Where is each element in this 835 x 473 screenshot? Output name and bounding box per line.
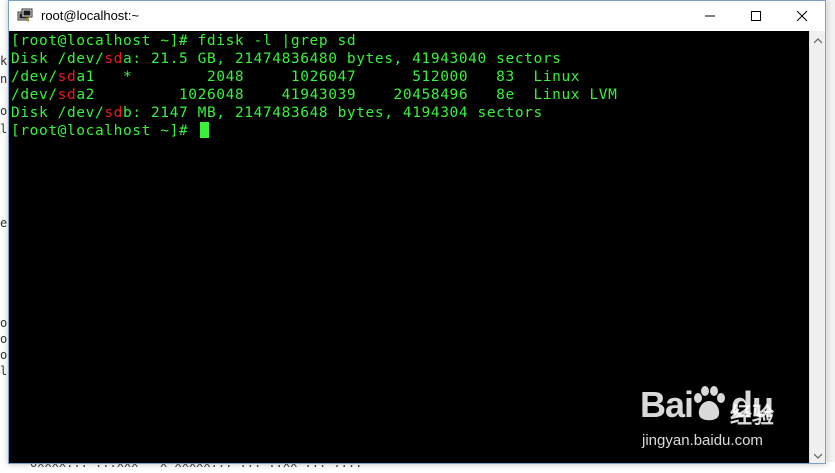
grep-match-highlight: sd <box>104 105 123 121</box>
scroll-down-button[interactable] <box>810 446 826 463</box>
terminal-cursor <box>199 122 209 138</box>
background-text-fragment: o <box>0 332 8 346</box>
terminal-line: Disk /dev/sdb: 2147 MB, 2147483648 bytes… <box>11 104 617 122</box>
terminal-text-segment: [root@localhost ~]# fdisk -l |grep sd <box>11 33 357 49</box>
close-icon <box>796 10 808 22</box>
background-text-fragment: n <box>0 72 8 86</box>
terminal-text-segment: a1 * 2048 1026047 512000 83 Linux <box>76 69 581 85</box>
vertical-scrollbar[interactable] <box>809 31 825 463</box>
title-bar[interactable]: root@localhost:~ <box>9 1 825 31</box>
close-button[interactable] <box>779 1 825 31</box>
grep-match-highlight: sd <box>57 87 77 103</box>
terminal-text-segment: a2 1026048 41943039 20458496 8e Linux LV… <box>76 87 618 103</box>
terminal-text-segment: Disk /dev/ <box>11 51 105 67</box>
window-title: root@localhost:~ <box>41 8 140 23</box>
background-text-fragment: e <box>0 216 8 230</box>
background-text-fragment: o <box>0 348 8 362</box>
background-text-fragment: o <box>0 104 8 118</box>
scroll-down-arrow-icon <box>813 446 823 464</box>
terminal-line: [root@localhost ~]# fdisk -l |grep sd <box>11 32 617 50</box>
terminal-line: /dev/sda1 * 2048 1026047 512000 83 Linux <box>11 68 617 86</box>
background-text-fragment: l <box>0 364 8 378</box>
minimize-button[interactable] <box>687 1 733 31</box>
maximize-icon <box>750 10 762 22</box>
putty-terminal-icon[interactable] <box>17 8 33 24</box>
terminal-text-segment: /dev/ <box>11 87 58 103</box>
terminal-text-segment: [root@localhost ~]# <box>11 123 198 139</box>
terminal-text-segment: Disk /dev/ <box>11 105 105 121</box>
scroll-up-arrow-icon <box>813 31 823 49</box>
background-window-right-edge <box>827 0 835 473</box>
grep-match-highlight: sd <box>57 69 77 85</box>
terminal-line: /dev/sda2 1026048 41943039 20458496 8e L… <box>11 86 617 104</box>
terminal-line: Disk /dev/sda: 21.5 GB, 21474836480 byte… <box>11 50 617 68</box>
grep-match-highlight: sd <box>104 51 123 67</box>
terminal-text: [root@localhost ~]# fdisk -l |grep sd Dis… <box>11 32 617 140</box>
terminal-output-area[interactable]: [root@localhost ~]# fdisk -l |grep sd Dis… <box>9 31 809 463</box>
maximize-button[interactable] <box>733 1 779 31</box>
scroll-up-button[interactable] <box>810 31 826 48</box>
terminal-text-segment: b: 2147 MB, 2147483648 bytes, 4194304 se… <box>122 105 543 121</box>
background-text-fragment: l <box>0 122 8 136</box>
background-text-fragment: o <box>0 316 8 330</box>
terminal-text-segment: a: 21.5 GB, 21474836480 bytes, 41943040 … <box>122 51 562 67</box>
background-text-fragment: k <box>0 54 8 68</box>
minimize-icon <box>704 10 716 22</box>
terminal-line: [root@localhost ~]# <box>11 122 617 140</box>
terminal-window[interactable]: root@localhost:~ [root@localhost ~]# fdi… <box>8 0 826 464</box>
terminal-text-segment: /dev/ <box>11 69 58 85</box>
